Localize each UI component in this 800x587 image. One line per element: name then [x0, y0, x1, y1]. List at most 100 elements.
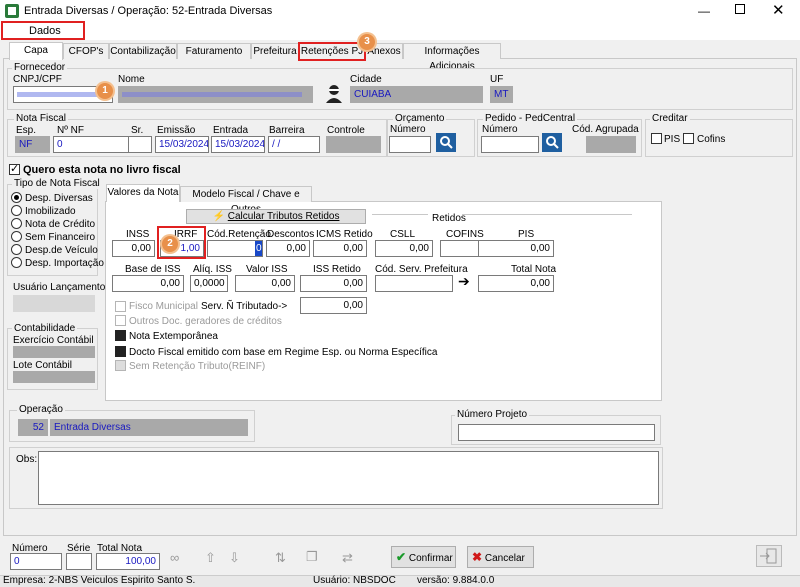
arrow-down-icon[interactable]: ⇩: [229, 550, 240, 566]
search-icon: [546, 136, 559, 149]
sem-retencao-checkbox[interactable]: [115, 360, 126, 371]
tab-cfops[interactable]: CFOP's: [63, 43, 109, 59]
cnpj-label: CNPJ/CPF: [13, 74, 62, 85]
sort-icon[interactable]: ⇅: [275, 550, 286, 566]
controle-field: [326, 136, 381, 153]
iss-retido-label: ISS Retido: [313, 264, 361, 275]
search-icon: [440, 136, 453, 149]
emissao-field[interactable]: 15/03/2024: [155, 136, 209, 153]
close-icon[interactable]: ✕: [772, 1, 785, 19]
icms-retido-field[interactable]: 0,00: [313, 240, 367, 257]
radio-nota-credito[interactable]: [11, 218, 22, 229]
tab-capa[interactable]: Capa: [9, 42, 63, 60]
radio-desp-veiculo[interactable]: [11, 244, 22, 255]
numero-projeto-field[interactable]: [458, 424, 655, 441]
pedido-search-button[interactable]: [542, 133, 562, 152]
docto-fiscal-label: Docto Fiscal emitido com base em Regime …: [129, 347, 438, 358]
pedido-numero-field[interactable]: [481, 136, 539, 153]
docto-fiscal-checkbox[interactable]: [115, 346, 126, 357]
nome-label: Nome: [118, 74, 145, 85]
uf-label: UF: [490, 74, 504, 85]
cod-retencao-value: 0: [255, 241, 262, 256]
pedido-legend: Pedido - PedCentral: [483, 113, 578, 124]
radio-sem-financeiro[interactable]: [11, 231, 22, 242]
cod-serv-label: Cód. Serv. Prefeitura: [375, 264, 468, 275]
cod-retencao-field[interactable]: 0: [207, 240, 263, 257]
bottom-total-field[interactable]: 100,00: [96, 553, 160, 570]
orcamento-search-button[interactable]: [436, 133, 456, 152]
exercicio-field: [13, 346, 95, 358]
inss-field[interactable]: 0,00: [112, 240, 155, 257]
entrada-field[interactable]: 15/03/2024: [211, 136, 265, 153]
usuario-lancamento-field: [13, 295, 95, 312]
tab-informacoes-adicionais[interactable]: Informações Adicionais: [403, 43, 501, 72]
livro-fiscal-checkbox[interactable]: [9, 162, 20, 175]
cofins-checkbox[interactable]: [683, 133, 694, 144]
radio-imobilizado[interactable]: [11, 205, 22, 216]
glasses-icon[interactable]: ∞: [170, 550, 179, 565]
tab-valores-nota[interactable]: Valores da Nota: [106, 184, 180, 202]
arrow-right-icon: ➔: [458, 273, 470, 289]
base-iss-field[interactable]: 0,00: [112, 275, 184, 292]
total-nota-field[interactable]: 0,00: [478, 275, 554, 292]
status-empresa: Empresa: 2-NBS Veiculos Espirito Santo S…: [3, 575, 196, 586]
highlight-retencoes: [298, 42, 366, 61]
exit-icon[interactable]: [756, 545, 782, 567]
radio-label: Imobilizado: [25, 206, 76, 217]
cidade-label: Cidade: [350, 74, 382, 85]
tab-faturamento[interactable]: Faturamento: [177, 43, 251, 59]
descontos-label: Descontos: [267, 229, 315, 240]
radio-label: Desp. Diversas: [25, 193, 93, 204]
window-title: Entrada Diversas / Operação: 52-Entrada …: [24, 5, 273, 17]
cancelar-button[interactable]: ✖ Cancelar: [467, 546, 534, 568]
tab-modelo-fiscal[interactable]: Modelo Fiscal / Chave e Outros: [180, 186, 312, 215]
cod-agrupada-field: [586, 136, 636, 153]
cidade-field: CUIABA: [350, 86, 483, 103]
csll-field[interactable]: 0,00: [375, 240, 433, 257]
numero-projeto-legend: Número Projeto: [455, 409, 530, 420]
pis-label: PIS: [518, 229, 535, 240]
cod-serv-field[interactable]: [375, 275, 453, 292]
radio-desp-diversas[interactable]: [11, 192, 22, 203]
menu-bar: [0, 22, 800, 40]
status-usuario: Usuário: NBSDOC: [313, 575, 396, 586]
tab-contabilizacao[interactable]: Contabilização: [109, 43, 177, 59]
creditar-legend: Creditar: [650, 113, 690, 124]
radio-desp-importacao[interactable]: [11, 257, 22, 268]
bottom-numero-field[interactable]: 0: [10, 553, 62, 570]
confirmar-button[interactable]: ✔ Confirmar: [391, 546, 456, 568]
confirmar-label: Confirmar: [408, 553, 453, 564]
check-icon: ✔: [396, 550, 407, 564]
iss-retido-field[interactable]: 0,00: [300, 275, 367, 292]
bottom-serie-field[interactable]: [66, 553, 92, 570]
cofins-label: Cofins: [697, 134, 726, 145]
minimize-icon[interactable]: —: [698, 4, 710, 18]
descontos-field[interactable]: 0,00: [266, 240, 310, 257]
barreira-field[interactable]: / /: [268, 136, 320, 153]
outros-doc-checkbox[interactable]: [115, 315, 126, 326]
orcamento-numero-field[interactable]: [389, 136, 431, 153]
pis-field[interactable]: 0,00: [478, 240, 554, 257]
maximize-icon[interactable]: [735, 4, 745, 14]
arrow-up-icon[interactable]: ⇧: [205, 550, 216, 566]
usuario-lancamento-label: Usuário Lançamento: [13, 282, 106, 293]
badge-1: 1: [97, 83, 113, 99]
calcular-tributos-button[interactable]: ⚡ Calcular Tributos Retidos: [186, 209, 366, 224]
copy-icon[interactable]: ❐: [306, 549, 318, 565]
valor-iss-field[interactable]: 0,00: [235, 275, 295, 292]
obs-field[interactable]: [38, 451, 659, 505]
fisco-municipal-checkbox[interactable]: [115, 301, 126, 312]
tipo-nota-legend: Tipo de Nota Fiscal: [12, 178, 102, 189]
sr-field[interactable]: [128, 136, 152, 153]
orcamento-legend: Orçamento: [393, 113, 447, 124]
serv-tributado-field[interactable]: 0,00: [300, 297, 367, 314]
exercicio-label: Exercício Contábil: [13, 335, 94, 346]
tab-prefeitura[interactable]: Prefeitura: [251, 43, 299, 59]
livro-fiscal-label: Quero esta nota no livro fiscal: [23, 164, 181, 176]
aliq-iss-field[interactable]: 0,0000: [190, 275, 228, 292]
nota-extemporanea-checkbox[interactable]: [115, 330, 126, 341]
swap-icon[interactable]: ⇄: [342, 550, 353, 566]
sr-label: Sr.: [131, 125, 144, 136]
cofins-label: COFINS: [446, 229, 484, 240]
pis-checkbox[interactable]: [651, 133, 662, 144]
